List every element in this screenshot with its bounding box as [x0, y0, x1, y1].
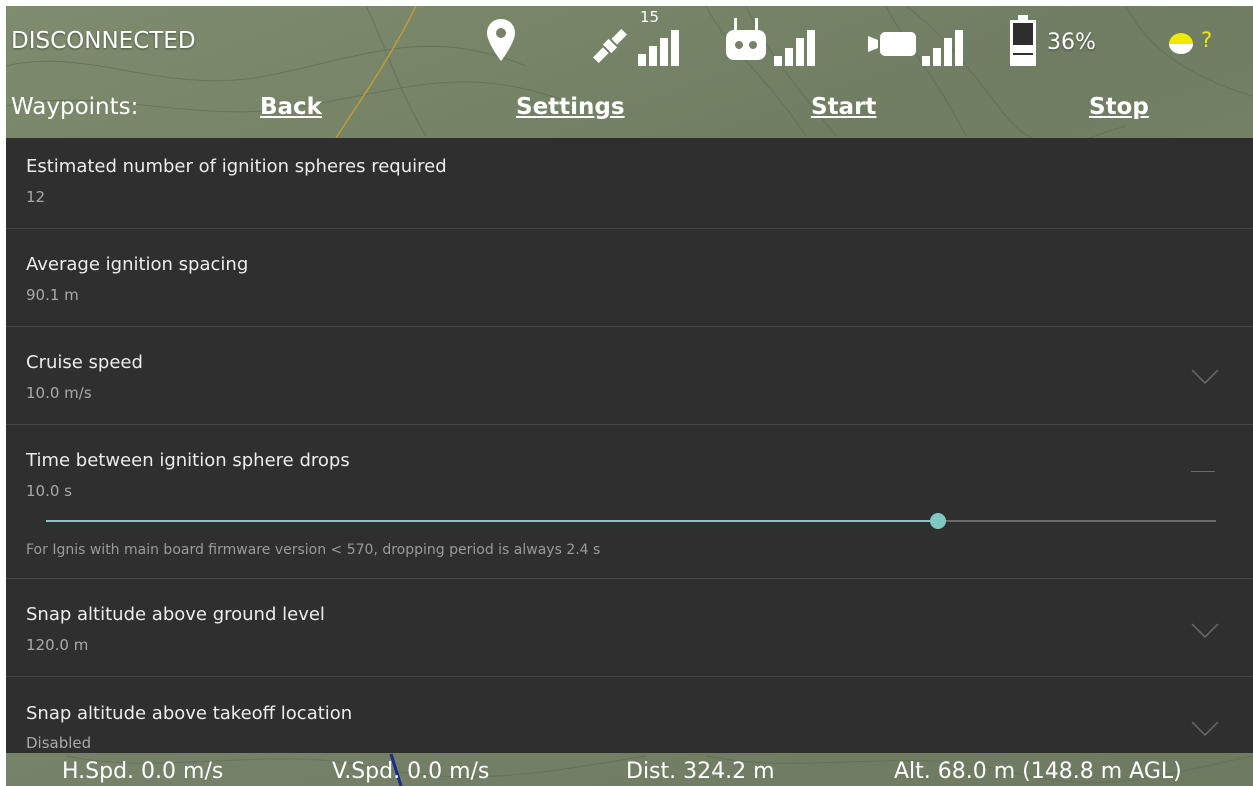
setting-value: 10.0 m/s [26, 384, 92, 402]
setting-ignition-spheres: Estimated number of ignition spheres req… [6, 138, 1253, 229]
setting-label: Average ignition spacing [26, 254, 249, 275]
setting-label: Estimated number of ignition spheres req… [26, 156, 447, 177]
gps-status-icon [1169, 33, 1193, 54]
gps-signal-bars-icon [638, 30, 679, 66]
horizontal-speed: H.Spd. 0.0 m/s [62, 759, 224, 784]
firmware-hint: For Ignis with main board firmware versi… [26, 542, 601, 558]
altitude: Alt. 68.0 m (148.8 m AGL) [894, 759, 1182, 784]
slider-fill [46, 520, 938, 522]
rc-signal-bars-icon [774, 30, 815, 66]
chevron-down-icon[interactable] [1191, 721, 1219, 737]
camera-icon [868, 32, 916, 56]
chevron-down-icon[interactable] [1191, 369, 1219, 385]
satellite-icon [593, 29, 627, 63]
gps-unknown-mark: ? [1201, 28, 1213, 52]
video-signal-bars-icon [922, 30, 963, 66]
setting-drop-time[interactable]: Time between ignition sphere drops 10.0 … [6, 425, 1253, 579]
settings-button[interactable]: Settings [516, 94, 625, 120]
setting-label: Snap altitude above takeoff location [26, 703, 353, 724]
setting-value: 120.0 m [26, 636, 89, 654]
distance: Dist. 324.2 m [626, 759, 775, 784]
setting-label: Time between ignition sphere drops [26, 450, 350, 471]
back-button[interactable]: Back [260, 94, 322, 120]
stop-button[interactable]: Stop [1089, 94, 1149, 120]
telemetry-bar: H.Spd. 0.0 m/s V.Spd. 0.0 m/s Dist. 324.… [6, 754, 1253, 786]
battery-percent: 36% [1047, 30, 1096, 55]
setting-snap-takeoff[interactable]: Snap altitude above takeoff location Dis… [6, 677, 1253, 753]
setting-ignition-spacing: Average ignition spacing 90.1 m [6, 229, 1253, 327]
setting-label: Snap altitude above ground level [26, 604, 325, 625]
nav-title: Waypoints: [11, 94, 139, 120]
vertical-speed: V.Spd. 0.0 m/s [332, 759, 490, 784]
chevron-down-icon[interactable] [1191, 623, 1219, 639]
settings-panel: Estimated number of ignition spheres req… [6, 138, 1253, 753]
location-pin-icon[interactable] [486, 18, 516, 62]
connection-status: DISCONNECTED [11, 28, 196, 54]
app-frame: DISCONNECTED 15 36% ? Waypoints: Back Se… [6, 6, 1253, 786]
setting-snap-agl[interactable]: Snap altitude above ground level 120.0 m [6, 579, 1253, 677]
setting-value: 12 [26, 188, 46, 206]
battery-icon [1010, 15, 1036, 66]
setting-value: Disabled [26, 734, 92, 752]
setting-value: 90.1 m [26, 286, 79, 304]
start-button[interactable]: Start [811, 94, 876, 120]
remote-controller-icon [726, 18, 766, 60]
nav-bar: Waypoints: Back Settings Start Stop [6, 88, 1253, 132]
setting-label: Cruise speed [26, 352, 143, 373]
slider-thumb[interactable] [929, 513, 946, 529]
setting-cruise-speed[interactable]: Cruise speed 10.0 m/s [6, 327, 1253, 425]
collapse-dash-icon[interactable] [1191, 471, 1215, 472]
setting-value: 10.0 s [26, 482, 72, 500]
status-bar: DISCONNECTED 15 36% ? [6, 6, 1253, 78]
drop-time-slider[interactable] [46, 513, 1216, 529]
